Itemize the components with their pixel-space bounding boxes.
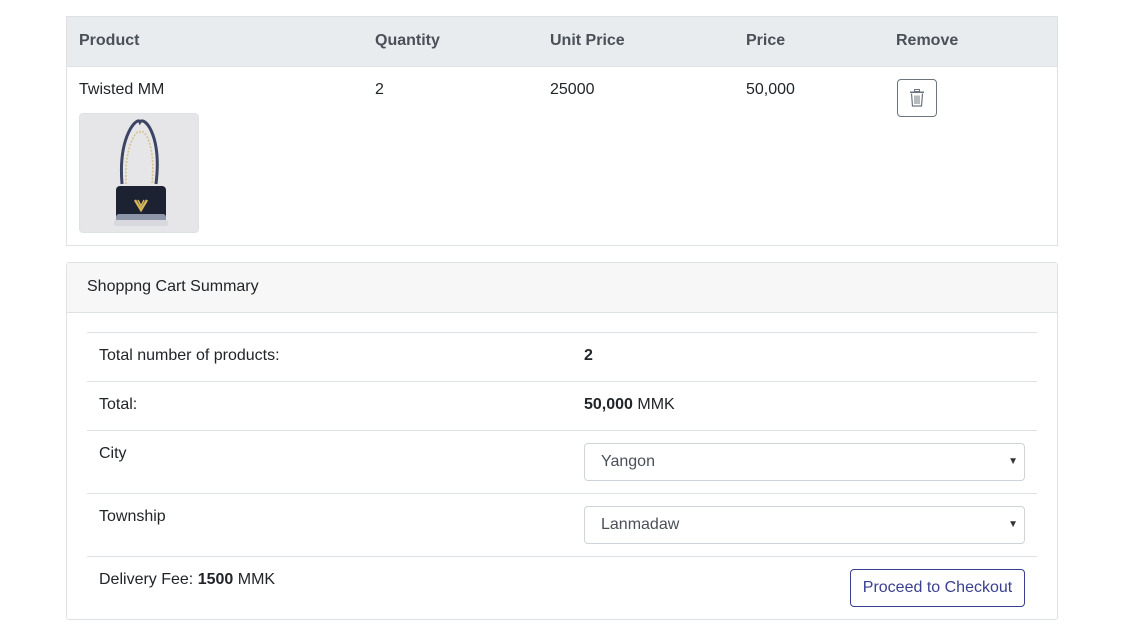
column-header-remove: Remove [896, 32, 959, 49]
summary-row-township: Township Lanmadaw ▼ [87, 493, 1037, 556]
trash-icon [910, 89, 924, 107]
chevron-down-icon: ▼ [1008, 519, 1018, 530]
summary-row-total-products: Total number of products: 2 [87, 332, 1037, 381]
column-header-quantity: Quantity [375, 32, 440, 49]
summary-row-delivery: Delivery Fee: 1500 MMK Proceed to Checko… [87, 556, 1037, 619]
chevron-down-icon: ▼ [1008, 456, 1018, 467]
township-select[interactable]: Lanmadaw ▼ [584, 506, 1025, 544]
summary-row-city: City Yangon ▼ [87, 430, 1037, 493]
delivery-fee-label: Delivery Fee: [99, 571, 194, 588]
total-label: Total: [99, 396, 138, 413]
column-header-unit-price: Unit Price [550, 32, 625, 49]
product-unit-price: 25000 [550, 81, 595, 98]
city-select[interactable]: Yangon ▼ [584, 443, 1025, 481]
township-selected-value: Lanmadaw [601, 516, 680, 533]
delivery-fee: Delivery Fee: 1500 MMK [99, 571, 275, 589]
product-quantity: 2 [375, 81, 384, 98]
total-value: 50,000 [584, 396, 633, 413]
total-amount: 50,000 MMK [584, 396, 675, 414]
handbag-image [80, 114, 198, 232]
delivery-fee-value: 1500 [197, 571, 234, 588]
product-price: 50,000 [746, 81, 795, 98]
total-currency: MMK [637, 396, 675, 413]
total-products-label: Total number of products: [99, 347, 280, 364]
delivery-fee-currency: MMK [237, 571, 276, 588]
product-image[interactable] [79, 113, 199, 233]
summary-row-total: Total: 50,000 MMK [87, 381, 1037, 430]
cart-table: Product Quantity Unit Price Price Remove… [66, 16, 1058, 246]
cart-summary-card: Shoppng Cart Summary Total number of pro… [66, 262, 1058, 620]
cart-table-header: Product Quantity Unit Price Price Remove [67, 17, 1057, 67]
product-name: Twisted MM [79, 81, 165, 98]
column-header-product: Product [79, 32, 140, 49]
cart-summary-title: Shoppng Cart Summary [67, 263, 1057, 313]
table-row: Twisted MM 2 25000 50,000 [67, 67, 1057, 245]
total-products-value: 2 [584, 347, 593, 364]
column-header-price: Price [746, 32, 786, 49]
proceed-to-checkout-button[interactable]: Proceed to Checkout [850, 569, 1025, 607]
township-label: Township [99, 508, 166, 525]
summary-table: Total number of products: 2 Total: 50,00… [87, 332, 1037, 619]
city-selected-value: Yangon [601, 453, 655, 470]
city-label: City [99, 445, 127, 462]
remove-item-button[interactable] [897, 79, 937, 117]
